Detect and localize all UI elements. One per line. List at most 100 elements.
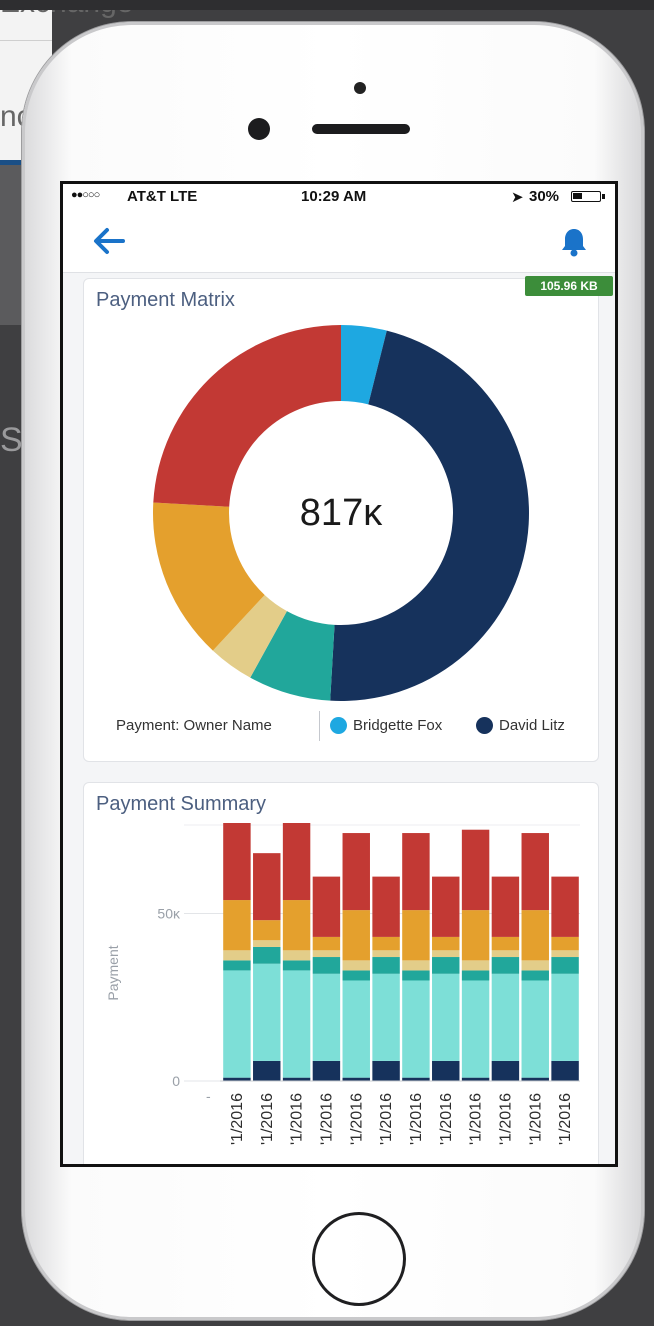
- bar-segment[interactable]: [282, 970, 311, 1078]
- bar-segment[interactable]: [223, 950, 251, 961]
- bar-segment[interactable]: [223, 960, 251, 971]
- bar-segment[interactable]: [521, 1077, 549, 1081]
- bar-segment[interactable]: [372, 950, 400, 958]
- bar-segment[interactable]: [402, 980, 430, 1078]
- size-badge: 105.96 KB: [525, 276, 613, 296]
- bar-segment[interactable]: [402, 833, 430, 911]
- bar-segment[interactable]: [551, 936, 579, 951]
- legend-item-label: David Litz: [499, 717, 565, 734]
- bar-segment[interactable]: [282, 950, 311, 961]
- bar-segment[interactable]: [551, 876, 579, 937]
- bar-segment[interactable]: [432, 1060, 460, 1081]
- bar-segment[interactable]: [342, 833, 370, 911]
- bar-segment[interactable]: [461, 980, 490, 1078]
- bar-segment[interactable]: [342, 1077, 370, 1081]
- x-tick-label: '1/2016: [497, 1093, 514, 1145]
- bar-segment[interactable]: [491, 876, 520, 937]
- bar-segment[interactable]: [432, 957, 460, 974]
- bar-segment[interactable]: [223, 1077, 251, 1081]
- bar-segment[interactable]: [253, 946, 281, 964]
- bar-segment[interactable]: [551, 1060, 579, 1081]
- bar-segment[interactable]: [253, 963, 281, 1061]
- legend-dot: [330, 717, 347, 734]
- legend-item-david-litz[interactable]: David Litz: [476, 717, 565, 734]
- x-tick-label: '1/2016: [259, 1093, 276, 1145]
- bar-segment[interactable]: [491, 1060, 520, 1081]
- bar-segment[interactable]: [461, 829, 490, 911]
- stacked-bar-chart: 0 50ĸ Payment - '1/2016 '1/2016 '1/2016 '1/2016…: [105, 823, 580, 1145]
- legend-divider: [319, 711, 320, 741]
- bar-segment[interactable]: [521, 970, 549, 981]
- payment-matrix-card: Payment Matrix 817ĸ Payment: Owner Name …: [83, 278, 599, 762]
- bar-segment[interactable]: [342, 960, 370, 971]
- bar-segment[interactable]: [521, 960, 549, 971]
- bar-segment[interactable]: [282, 900, 311, 951]
- bar-segment[interactable]: [521, 980, 549, 1078]
- bar-segment[interactable]: [432, 936, 460, 951]
- bar-segment[interactable]: [551, 950, 579, 958]
- y-axis-label: Payment: [105, 945, 121, 1000]
- legend-title: Payment: Owner Name: [116, 717, 272, 734]
- status-bar: ●●○○○ AT&T LTE 10:29 AM ➤ 30%: [63, 184, 615, 210]
- bar-segment[interactable]: [342, 970, 370, 981]
- bar-segment[interactable]: [312, 973, 341, 1061]
- bar-segment[interactable]: [372, 1060, 400, 1081]
- bar-segment[interactable]: [551, 973, 579, 1061]
- battery-tip: [602, 194, 605, 199]
- bar-segment[interactable]: [491, 936, 520, 951]
- bar-segment[interactable]: [461, 960, 490, 971]
- x-tick-label: '1/2016: [348, 1093, 365, 1145]
- bar-segment[interactable]: [253, 940, 281, 947]
- bar-segment[interactable]: [223, 823, 251, 901]
- bar-segment[interactable]: [491, 950, 520, 958]
- bar-segment[interactable]: [282, 960, 311, 971]
- x-tick-label: '1/2016: [557, 1093, 574, 1145]
- bar-segment[interactable]: [372, 876, 400, 937]
- bar-segment[interactable]: [312, 936, 341, 951]
- bar-segment[interactable]: [342, 980, 370, 1078]
- bar-segment[interactable]: [432, 973, 460, 1061]
- bar-segment[interactable]: [402, 970, 430, 981]
- x-tick-label: '1/2016: [318, 1093, 335, 1145]
- bar-segment[interactable]: [282, 1077, 311, 1081]
- bar-segment[interactable]: [223, 900, 251, 951]
- bar-segment[interactable]: [253, 853, 281, 921]
- bar-segment[interactable]: [521, 833, 549, 911]
- bar-segment[interactable]: [312, 957, 341, 974]
- bar-segment[interactable]: [461, 1077, 490, 1081]
- y-tick-label: 0: [172, 1073, 180, 1089]
- bar-segment[interactable]: [432, 876, 460, 937]
- bar-segment[interactable]: [312, 876, 341, 937]
- home-button[interactable]: [312, 1212, 406, 1306]
- bar-segment[interactable]: [491, 973, 520, 1061]
- x-tick-label: '1/2016: [229, 1093, 246, 1145]
- bar-segment[interactable]: [551, 957, 579, 974]
- bar-segment[interactable]: [521, 910, 549, 961]
- bar-segment[interactable]: [312, 950, 341, 958]
- bar-segment[interactable]: [491, 957, 520, 974]
- earpiece-speaker: [312, 124, 410, 134]
- bar-segment[interactable]: [432, 950, 460, 958]
- bar-segment[interactable]: [282, 823, 311, 901]
- x-axis-tick-mark: -: [206, 1088, 211, 1104]
- bar-segment[interactable]: [312, 1060, 341, 1081]
- bell-icon[interactable]: [559, 226, 589, 258]
- bar-segment[interactable]: [372, 936, 400, 951]
- bar-segment[interactable]: [402, 1077, 430, 1081]
- bar-segment[interactable]: [253, 1060, 281, 1081]
- x-tick-label: '1/2016: [378, 1093, 395, 1145]
- bar-segment[interactable]: [253, 920, 281, 941]
- y-tick-label: 50ĸ: [157, 905, 181, 921]
- bar-segment[interactable]: [461, 970, 490, 981]
- legend-item-bridgette-fox[interactable]: Bridgette Fox: [330, 717, 442, 734]
- location-arrow-icon: ➤: [511, 189, 524, 206]
- bar-segment[interactable]: [372, 973, 400, 1061]
- bar-segment[interactable]: [461, 910, 490, 961]
- arrow-left-icon[interactable]: [91, 226, 127, 256]
- donut-slice[interactable]: [153, 325, 341, 507]
- bar-segment[interactable]: [402, 910, 430, 961]
- bar-segment[interactable]: [402, 960, 430, 971]
- bar-segment[interactable]: [223, 970, 251, 1078]
- bar-segment[interactable]: [342, 910, 370, 961]
- bar-segment[interactable]: [372, 957, 400, 974]
